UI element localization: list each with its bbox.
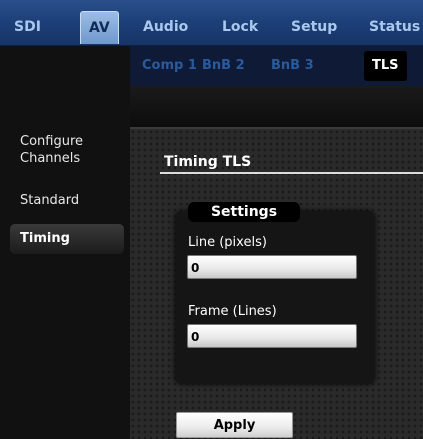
sidebar-item-label: Timing (20, 231, 70, 246)
settings-group-title: Settings (188, 202, 300, 222)
sidebar-item-standard[interactable]: Standard (20, 192, 79, 209)
apply-button[interactable]: Apply (176, 412, 293, 438)
tab-status[interactable]: Status (369, 17, 420, 37)
tab-setup[interactable]: Setup (291, 17, 337, 37)
frame-lines-label: Frame (Lines) (188, 304, 277, 319)
tab-sdi[interactable]: SDI (14, 17, 41, 37)
top-tab-bar: SDI AV Audio Lock Setup Status (0, 0, 423, 46)
sidebar-item-label: Configure (20, 134, 84, 149)
line-pixels-label: Line (pixels) (188, 235, 267, 250)
sidebar-item-configure-channels[interactable]: Configure Channels (20, 133, 83, 167)
tab-av[interactable]: AV (80, 11, 119, 44)
sidebar-item-label: Standard (20, 193, 80, 208)
sidebar-item-timing[interactable]: Timing (10, 224, 124, 254)
tab-comp-1[interactable]: Comp 1 (142, 56, 197, 76)
sidebar: Configure Channels Standard Timing (0, 46, 130, 439)
frame-lines-input[interactable] (187, 324, 357, 348)
tab-bnb-2[interactable]: BnB 2 (202, 56, 245, 76)
tab-tls[interactable]: TLS (364, 51, 407, 81)
tab-lock[interactable]: Lock (222, 17, 258, 37)
tab-audio[interactable]: Audio (143, 17, 188, 37)
line-pixels-input[interactable] (187, 255, 357, 279)
sidebar-item-label: Channels (20, 151, 81, 166)
title-divider (160, 172, 423, 174)
tab-bnb-3[interactable]: BnB 3 (271, 56, 314, 76)
page-title: Timing TLS (164, 154, 252, 170)
content-header-strip (130, 86, 423, 128)
sub-tab-bar: Comp 1 BnB 2 BnB 3 TLS (130, 46, 423, 86)
